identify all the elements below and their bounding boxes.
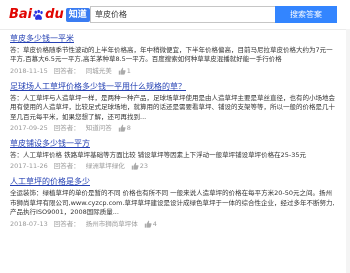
like-count: 23 — [139, 162, 149, 171]
thumbs-up-icon — [118, 124, 126, 132]
result-title-link[interactable]: 草皮铺设多少钱一平方 — [10, 138, 335, 150]
answerer-name[interactable]: 同城光美 — [86, 66, 112, 76]
result-date: 2017-11-26 — [10, 162, 48, 171]
scrollbar[interactable] — [346, 29, 350, 273]
answerer-label: 回答者： — [53, 162, 80, 171]
result-meta: 2017-09-25 回答者： 知道问答 8 — [10, 123, 335, 133]
result-item: 人工草坪的价格是多少 全运装饰：绿植草坪的单价是暂的不同 价格也有所不同 一般来… — [10, 176, 335, 228]
logo-bai-text: Bai — [9, 7, 33, 22]
search-input[interactable] — [90, 6, 275, 23]
answerer-label: 回答者： — [53, 66, 80, 75]
result-item: 草皮铺设多少钱一平方 答：人工草坪价格 铁路草坪基础等方面比较 铺设草坪等因素上… — [10, 138, 335, 171]
like-button[interactable]: 8 — [118, 123, 137, 133]
like-count: 8 — [126, 124, 131, 133]
result-snippet: 全运装饰：绿植草坪的单价是暂的不同 价格也有所不同 一般来说人造草坪的价格在每平… — [10, 189, 335, 217]
like-count: 4 — [152, 219, 157, 228]
result-meta: 2018-11-15 回答者： 同城光美 1 — [10, 66, 335, 76]
result-snippet: 答：人工草坪价格 铁路草坪基础等方面比较 铺设草坪等因素上下浮动一般草坪铺设草坪… — [10, 151, 307, 160]
like-button[interactable]: 23 — [131, 161, 154, 171]
result-date: 2017-09-25 — [10, 124, 48, 133]
answerer-name[interactable]: 绿洲草坪绿化 — [86, 161, 125, 171]
paw-icon — [33, 9, 43, 20]
result-meta: 2018-07-13 回答者： 扬州市狮尚草坪体 4 — [10, 219, 335, 229]
like-button[interactable]: 4 — [144, 219, 163, 229]
result-meta: 2017-11-26 回答者： 绿洲草坪绿化 23 — [10, 161, 335, 171]
result-title-link[interactable]: 足球场人工草坪价格多少钱一平用什么规格的草？ — [10, 81, 335, 93]
logo-du-text: du — [45, 7, 64, 22]
result-item: 草皮多少钱一平米 答：草皮价格随季节性波动的上半年价格高，年中稍微便宜，下半年价… — [10, 33, 335, 76]
logo-zhidao-badge: 知道 — [65, 8, 90, 22]
thumbs-up-icon — [131, 163, 139, 171]
answerer-name[interactable]: 知道问答 — [86, 123, 112, 133]
like-count: 1 — [126, 66, 131, 75]
answerer-label: 回答者： — [53, 219, 80, 228]
search-answers-button[interactable]: 搜索答案 — [275, 6, 337, 23]
result-snippet: 答：草皮价格随季节性波动的上半年价格高，年中稍微便宜，下半年价格偏高，目前马尼拉… — [10, 46, 333, 64]
result-date: 2018-11-15 — [10, 66, 48, 75]
result-item: 足球场人工草坪价格多少钱一平用什么规格的草？ 答：人工草坪与人造草坪一样，是两种… — [10, 81, 335, 133]
results-list: 草皮多少钱一平米 答：草皮价格随季节性波动的上半年价格高，年中稍微便宜，下半年价… — [10, 33, 335, 234]
result-title-link[interactable]: 草皮多少钱一平米 — [10, 33, 335, 45]
baidu-zhidao-logo[interactable]: Bai du 知道 — [9, 7, 90, 23]
thumbs-up-icon — [118, 67, 126, 75]
answerer-label: 回答者： — [53, 124, 80, 133]
thumbs-up-icon — [144, 220, 152, 228]
answerer-name[interactable]: 扬州市狮尚草坪体 — [86, 219, 138, 229]
result-title-link[interactable]: 人工草坪的价格是多少 — [10, 176, 335, 188]
result-date: 2018-07-13 — [10, 219, 48, 228]
like-button[interactable]: 1 — [118, 66, 137, 76]
top-bar: Bai du 知道 搜索答案 — [0, 0, 350, 30]
result-snippet: 答：人工草坪与人造草坪一样，是两种一种产品，足球场草坪使用是由人造草坪主要是草丝… — [10, 93, 335, 121]
